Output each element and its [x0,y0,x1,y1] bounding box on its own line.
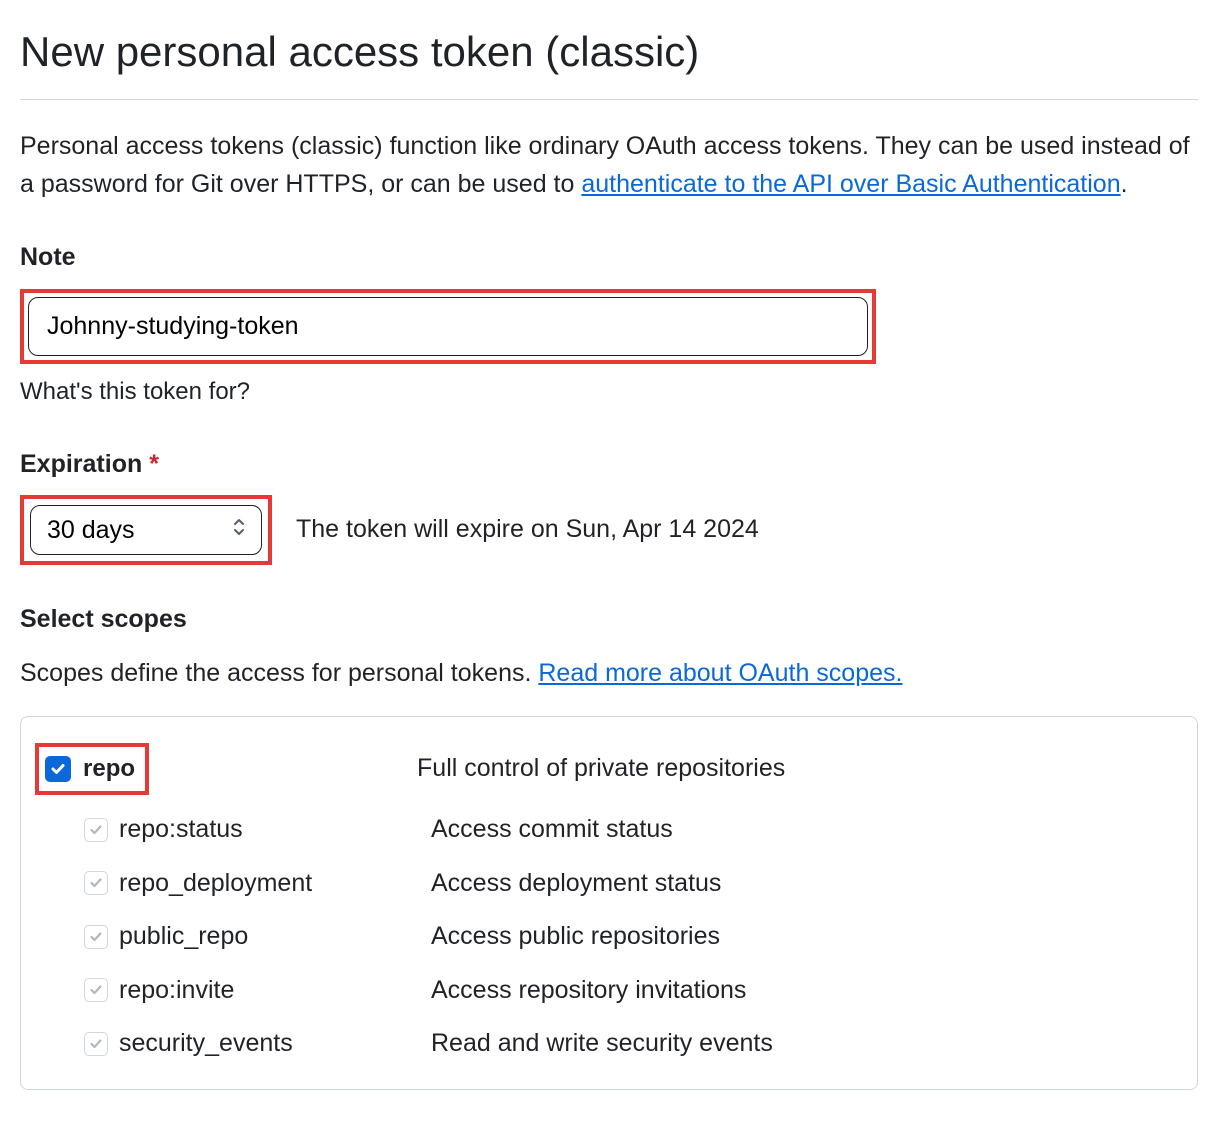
scope-name-repo: repo [83,751,135,787]
scope-name-public-repo: public_repo [119,918,431,956]
note-highlight-box [20,289,876,364]
checkbox-repo-deployment[interactable] [84,871,108,895]
note-field-group: Note What's this token for? [20,239,1198,410]
note-hint: What's this token for? [20,374,1198,410]
checkbox-repo-status[interactable] [84,818,108,842]
scope-row-security-events: security_events Read and write security … [35,1017,1183,1071]
scope-desc-security-events: Read and write security events [431,1025,1183,1063]
scope-row-repo: repo Full control of private repositorie… [35,735,1183,803]
checkbox-public-repo[interactable] [84,925,108,949]
scope-desc-public-repo: Access public repositories [431,918,1183,956]
checkbox-repo-invite[interactable] [84,978,108,1002]
oauth-scopes-link[interactable]: Read more about OAuth scopes. [538,659,902,687]
scope-desc-repo-invite: Access repository invitations [431,972,1183,1010]
scope-name-repo-deployment: repo_deployment [119,865,431,903]
scopes-heading: Select scopes [20,601,1198,639]
scope-row-repo-deployment: repo_deployment Access deployment status [35,857,1183,911]
expiration-label: Expiration * [20,446,1198,484]
expiration-field-group: Expiration * 30 days The token will expi… [20,446,1198,566]
scope-desc-repo-status: Access commit status [431,811,1183,849]
checkbox-security-events[interactable] [84,1032,108,1056]
page-title: New personal access token (classic) [20,20,1198,100]
scopes-section: Select scopes Scopes define the access f… [20,601,1198,1090]
expiration-label-text: Expiration [20,450,142,478]
repo-highlight-box: repo [35,743,149,795]
scope-name-security-events: security_events [119,1025,431,1063]
auth-api-link[interactable]: authenticate to the API over Basic Authe… [581,170,1120,198]
required-asterisk: * [149,450,159,478]
scope-row-repo-invite: repo:invite Access repository invitation… [35,964,1183,1018]
scope-desc-repo-deployment: Access deployment status [431,865,1183,903]
token-description: Personal access tokens (classic) functio… [20,128,1198,203]
scope-row-repo-status: repo:status Access commit status [35,803,1183,857]
scope-name-repo-invite: repo:invite [119,972,431,1010]
expiration-highlight-box: 30 days [20,495,272,565]
expiration-select[interactable]: 30 days [30,505,262,555]
scope-row-public-repo: public_repo Access public repositories [35,910,1183,964]
scope-name-repo-status: repo:status [119,811,431,849]
note-label: Note [20,239,1198,277]
scopes-description: Scopes define the access for personal to… [20,655,1198,693]
scope-desc-repo: Full control of private repositories [417,750,1183,788]
note-input[interactable] [28,297,868,356]
expiration-info: The token will expire on Sun, Apr 14 202… [296,511,759,549]
scopes-desc-text: Scopes define the access for personal to… [20,659,538,687]
description-suffix: . [1121,170,1128,198]
checkbox-repo[interactable] [45,756,71,782]
scopes-box: repo Full control of private repositorie… [20,716,1198,1090]
